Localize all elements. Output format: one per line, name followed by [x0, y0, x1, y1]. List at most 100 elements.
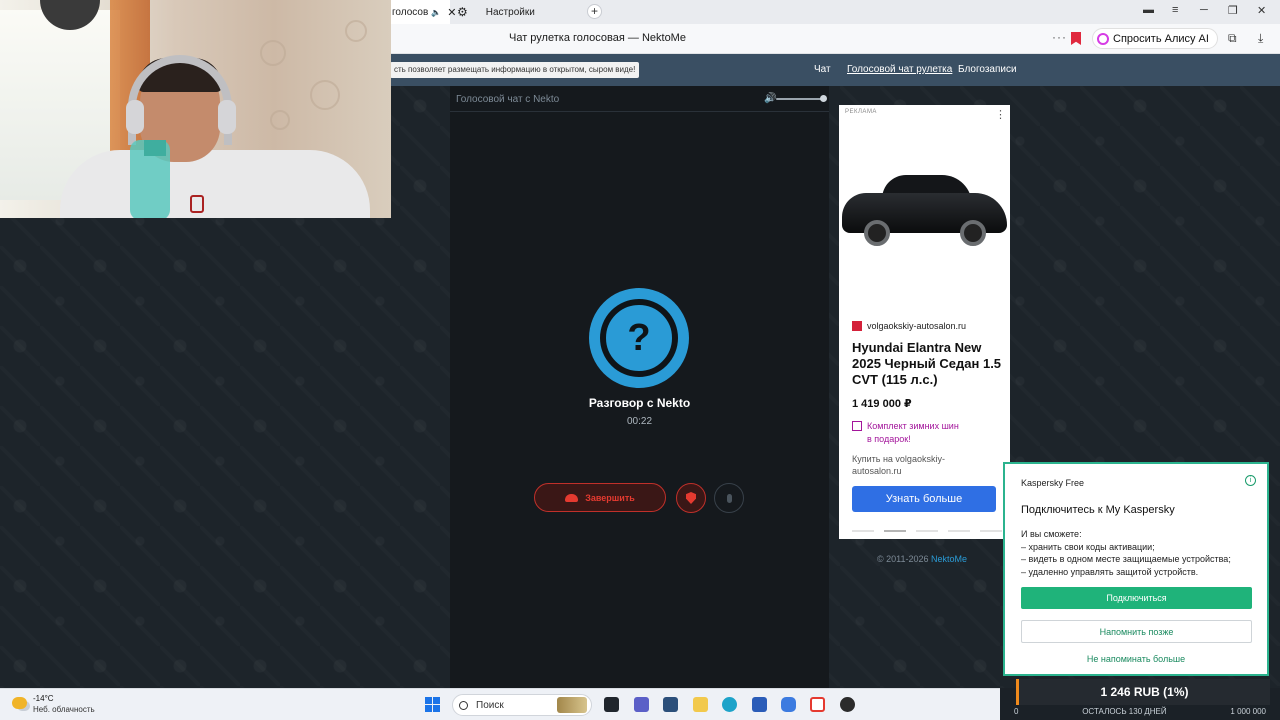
- file-explorer-icon[interactable]: [693, 697, 708, 712]
- mute-button[interactable]: [714, 483, 744, 513]
- kaspersky-brand: Kaspersky Free: [1021, 478, 1085, 488]
- ad-label: РЕКЛАМА: [845, 109, 877, 115]
- gear-icon: ⚙: [457, 5, 468, 19]
- nav-blog[interactable]: Блогозаписи: [958, 64, 1017, 75]
- carousel-dot[interactable]: [980, 530, 1002, 532]
- wallpaper-pattern: [260, 40, 286, 66]
- car-wheel: [864, 220, 890, 246]
- carousel-dot[interactable]: [884, 530, 906, 532]
- weather-temperature[interactable]: -14°C: [33, 694, 54, 703]
- weather-icon[interactable]: [12, 697, 27, 709]
- ad-domain[interactable]: volgaokskiy-autosalon.ru: [852, 321, 966, 331]
- copyright-link[interactable]: NektoMe: [931, 554, 967, 564]
- tab-manager-icon[interactable]: ▬: [1143, 4, 1154, 16]
- headset-earcup: [218, 100, 236, 134]
- kaspersky-bullet: – видеть в одном месте защищаемые устрой…: [1021, 554, 1231, 564]
- kaspersky-bullet: – удаленно управлять защитой устройств.: [1021, 566, 1199, 577]
- ad-title[interactable]: Hyundai Elantra New 2025 Черный Седан 1.…: [852, 340, 1002, 388]
- call-timer: 00:22: [626, 416, 653, 427]
- windows-start-icon[interactable]: [425, 697, 440, 712]
- car-wheel: [960, 220, 986, 246]
- copyright: © 2011-2026 NektoMe: [877, 554, 967, 564]
- connect-button[interactable]: Подключиться: [1021, 587, 1252, 609]
- car-image: [842, 175, 1007, 250]
- copyright-text: © 2011-2026: [877, 554, 932, 564]
- kaspersky-intro: И вы сможете:: [1021, 529, 1082, 539]
- chart-app-icon[interactable]: [752, 697, 767, 712]
- maximize-icon[interactable]: ❐: [1228, 4, 1238, 17]
- taskbar-search[interactable]: Поиск: [452, 694, 592, 716]
- partner-avatar: ?: [589, 288, 689, 388]
- end-call-button[interactable]: Завершить: [534, 483, 666, 512]
- ad-domain-label: volgaokskiy-autosalon.ru: [867, 321, 967, 331]
- close-window-icon[interactable]: ✕: [1257, 4, 1266, 17]
- webcam-bottle-cap: [144, 140, 166, 156]
- info-icon[interactable]: i: [1245, 475, 1256, 486]
- tab-voice-chat[interactable]: голосов 🔈 ✕: [390, 0, 456, 24]
- voice-chat-panel: Голосовой чат с Nekto 🔊 ? Разговор с Nek…: [450, 86, 829, 688]
- app-icon[interactable]: [840, 697, 855, 712]
- webcam-overlay: [0, 0, 391, 218]
- store-icon[interactable]: [663, 697, 678, 712]
- ad-gift-line: Комплект зимних шин: [867, 421, 959, 431]
- donation-progress-labels: 0 ОСТАЛОСЬ 130 ДНЕЙ 1 000 000: [1000, 707, 1280, 720]
- ad-price: 1 419 000 ₽: [852, 398, 912, 410]
- conversation-title: Разговор с Nekto: [588, 396, 691, 410]
- bookmarks-icon[interactable]: ≡: [1172, 4, 1178, 16]
- carousel-dot[interactable]: [852, 530, 874, 532]
- dont-remind-button[interactable]: Не напоминать больше: [1005, 654, 1267, 664]
- progress-min: 0: [1014, 707, 1019, 716]
- tab-settings[interactable]: ⚙ Настройки: [452, 0, 577, 24]
- ad-buy-text: Купить на volgaokskiy-autosalon.ru: [852, 454, 945, 476]
- kaspersky-bullet: – хранить свои коды активации;: [1021, 541, 1155, 552]
- minimize-icon[interactable]: ─: [1200, 4, 1208, 16]
- headset-earcup: [126, 100, 144, 134]
- tab-label: Настройки: [485, 6, 535, 18]
- remind-later-button[interactable]: Напомнить позже: [1021, 620, 1252, 643]
- nav-chat[interactable]: Чат: [814, 64, 831, 75]
- teams-icon[interactable]: [634, 697, 649, 712]
- download-icon[interactable]: ⤓: [1258, 31, 1263, 46]
- wallpaper-pattern: [345, 20, 367, 42]
- search-icon: [459, 700, 468, 710]
- task-view-icon[interactable]: [604, 697, 619, 712]
- carousel-dot[interactable]: [948, 530, 970, 532]
- more-icon[interactable]: ···: [1052, 30, 1067, 44]
- question-icon: ?: [627, 317, 651, 359]
- bookmark-icon[interactable]: [1071, 32, 1081, 45]
- wallpaper-pattern: [310, 80, 340, 110]
- progress-max: 1 000 000: [1230, 707, 1266, 716]
- volume-slider[interactable]: [776, 98, 824, 100]
- ad-cta-button[interactable]: Узнать больше: [852, 486, 996, 512]
- collections-icon[interactable]: ⧉: [1228, 31, 1237, 46]
- nav-voice-chat[interactable]: Голосовой чат рулетка: [847, 64, 952, 75]
- volume-slider-knob[interactable]: [820, 95, 827, 102]
- ad-gift: Комплект зимних шин в подарок!: [852, 420, 959, 446]
- chat-app-icon[interactable]: [781, 697, 796, 712]
- kaspersky-popup: Kaspersky Free i Подключитесь к My Kaspe…: [1003, 462, 1269, 676]
- webcam-person-body: [60, 150, 370, 218]
- carousel-dot[interactable]: [916, 530, 938, 532]
- alice-label: Спросить Алису AI: [1113, 32, 1209, 45]
- ad-block[interactable]: РЕКЛАМА ⋮ volgaokskiy-autosalon.ru Hyund…: [839, 105, 1010, 539]
- volume-icon[interactable]: 🔊: [764, 93, 776, 104]
- edge-icon[interactable]: [722, 697, 737, 712]
- speaker-icon: 🔈: [431, 7, 442, 17]
- ad-menu-icon[interactable]: ⋮: [995, 108, 1006, 121]
- advertiser-favicon-icon: [852, 321, 862, 331]
- alice-icon: [1097, 32, 1109, 45]
- donation-balance: 1 246 RUB (1%): [1016, 679, 1270, 705]
- ad-gift-line: в подарок!: [867, 434, 911, 444]
- weather-description[interactable]: Неб. облачность: [33, 705, 95, 714]
- new-tab-button[interactable]: +: [587, 4, 602, 19]
- shirt-logo: [190, 195, 204, 213]
- yandex-browser-icon[interactable]: [810, 697, 825, 712]
- report-button[interactable]: [676, 483, 706, 513]
- ad-carousel-indicator: [852, 530, 1002, 532]
- page-title[interactable]: Чат рулетка голосовая — NektoMe: [509, 32, 686, 44]
- avatar-ring: ?: [600, 299, 678, 377]
- search-highlight-image: [557, 697, 587, 713]
- microphone-icon: [726, 493, 732, 503]
- alice-button[interactable]: Спросить Алису AI: [1092, 28, 1218, 49]
- taskbar: -14°C Неб. облачность Поиск: [0, 688, 1000, 720]
